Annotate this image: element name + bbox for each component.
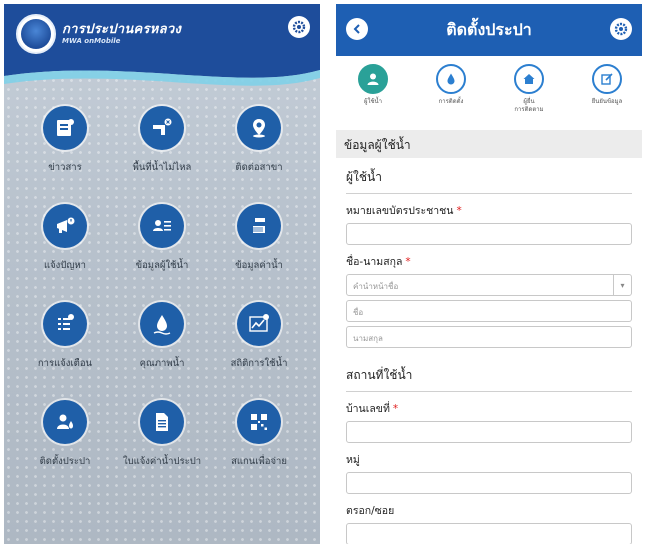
edit-step-icon (592, 64, 622, 94)
menu-label: สถิติการใช้น้ำ (230, 358, 288, 369)
menu-label: ข้อมูลค่าน้ำ (235, 260, 283, 271)
moo-label: หมู่ (346, 454, 360, 466)
user-step-icon (358, 64, 388, 94)
home-screen: การประปานครหลวง MWA onMobile ข่าวสาร พื้… (4, 4, 320, 544)
menu-item-no-water[interactable]: พื้นที่น้ำไม่ไหล (107, 106, 217, 175)
menu-item-water-quality[interactable]: คุณภาพน้ำ (107, 302, 217, 371)
menu-label: สแกนเพื่อจ่าย (231, 456, 287, 467)
menu-label: แจ้งปัญหา (43, 260, 87, 271)
settings-button[interactable] (288, 16, 310, 38)
step-tabs: ผู้ใช้น้ำ การติดตั้ง ผู้ยื่น การติดตาม ย… (336, 56, 642, 128)
news-icon (43, 106, 87, 150)
step-applicant[interactable]: ผู้ยื่น การติดตาม (498, 64, 560, 114)
house-no-input[interactable] (346, 421, 632, 443)
brand-subtitle: MWA onMobile (62, 37, 121, 45)
section-title: ข้อมูลผู้ใช้น้ำ (336, 130, 642, 158)
user-info-icon (140, 204, 184, 248)
invoice-icon (140, 400, 184, 444)
qr-scan-icon (237, 400, 281, 444)
menu-label: ใบแจ้งค่าน้ำประปา (122, 456, 202, 467)
last-name-input[interactable]: นามสกุล (346, 326, 632, 348)
menu-label: คุณภาพน้ำ (139, 358, 185, 369)
menu-label: ติดตั้งประปา (39, 456, 91, 467)
water-bill-icon (237, 204, 281, 248)
branch-location-icon (237, 106, 281, 150)
step-user[interactable]: ผู้ใช้น้ำ (342, 64, 404, 106)
settings-button[interactable] (610, 18, 632, 40)
menu-item-news[interactable]: ข่าวสาร (10, 106, 120, 175)
subsection-location: สถานที่ใช้น้ำ (346, 356, 632, 392)
menu-label: พื้นที่น้ำไม่ไหล (132, 162, 192, 173)
subsection-user: ผู้ใช้น้ำ (346, 158, 632, 194)
menu-item-invoice[interactable]: ใบแจ้งค่าน้ำประปา (107, 400, 217, 469)
report-problem-icon (43, 204, 87, 248)
usage-stats-icon (237, 302, 281, 346)
soi-label: ตรอก/ซอย (346, 505, 395, 517)
menu-label: การแจ้งเตือน (37, 358, 93, 369)
page-title: ติดตั้งประปา (446, 20, 532, 39)
step-confirm[interactable]: ยืนยันข้อมูล (576, 64, 638, 106)
chevron-down-icon: ▾ (613, 275, 631, 295)
user-form: ผู้ใช้น้ำ หมายเลขบัตรประชาชน * ชื่อ-นามสก… (346, 158, 632, 544)
install-form-screen: ติดตั้งประปา ผู้ใช้น้ำ การติดตั้ง ผู้ยื่… (336, 4, 642, 544)
form-header: ติดตั้งประปา (336, 4, 642, 56)
step-label: การติดตั้ง (438, 98, 464, 105)
name-label: ชื่อ-นามสกุล * (346, 256, 411, 268)
id-input[interactable] (346, 223, 632, 245)
notification-icon (43, 302, 87, 346)
home-step-icon (514, 64, 544, 94)
menu-item-usage-stats[interactable]: สถิติการใช้น้ำ (204, 302, 314, 371)
menu-item-user-info[interactable]: ข้อมูลผู้ใช้น้ำ (107, 204, 217, 273)
no-water-area-icon (140, 106, 184, 150)
soi-input[interactable] (346, 523, 632, 544)
mwa-logo (16, 14, 56, 54)
step-install[interactable]: การติดตั้ง (420, 64, 482, 106)
step-label: ผู้ยื่น การติดตาม (514, 98, 544, 113)
menu-label: ข้อมูลผู้ใช้น้ำ (135, 260, 189, 271)
home-header: การประปานครหลวง MWA onMobile (4, 4, 320, 64)
install-water-icon (43, 400, 87, 444)
menu-label: ข่าวสาร (48, 162, 82, 173)
menu-item-report[interactable]: แจ้งปัญหา (10, 204, 120, 273)
brand-title: การประปานครหลวง (62, 22, 182, 37)
menu-label: ติดต่อสาขา (235, 162, 283, 173)
menu-item-qr-scan[interactable]: สแกนเพื่อจ่าย (204, 400, 314, 469)
step-label: ยืนยันข้อมูล (591, 98, 623, 105)
water-quality-icon (140, 302, 184, 346)
first-name-input[interactable]: ชื่อ (346, 300, 632, 322)
moo-input[interactable] (346, 472, 632, 494)
menu-item-install[interactable]: ติดตั้งประปา (10, 400, 120, 469)
menu-item-branch[interactable]: ติดต่อสาขา (204, 106, 314, 175)
id-label: หมายเลขบัตรประชาชน * (346, 205, 462, 217)
gear-icon (614, 22, 628, 36)
house-no-label: บ้านเลขที่ * (346, 403, 399, 415)
step-label: ผู้ใช้น้ำ (364, 98, 382, 105)
prefix-placeholder: คำนำหน้าชื่อ (353, 282, 399, 291)
gear-icon (292, 20, 306, 34)
menu-item-notification[interactable]: การแจ้งเตือน (10, 302, 120, 371)
menu-item-water-bill[interactable]: ข้อมูลค่าน้ำ (204, 204, 314, 273)
prefix-select[interactable]: คำนำหน้าชื่อ ▾ (346, 274, 632, 296)
water-drop-step-icon (436, 64, 466, 94)
